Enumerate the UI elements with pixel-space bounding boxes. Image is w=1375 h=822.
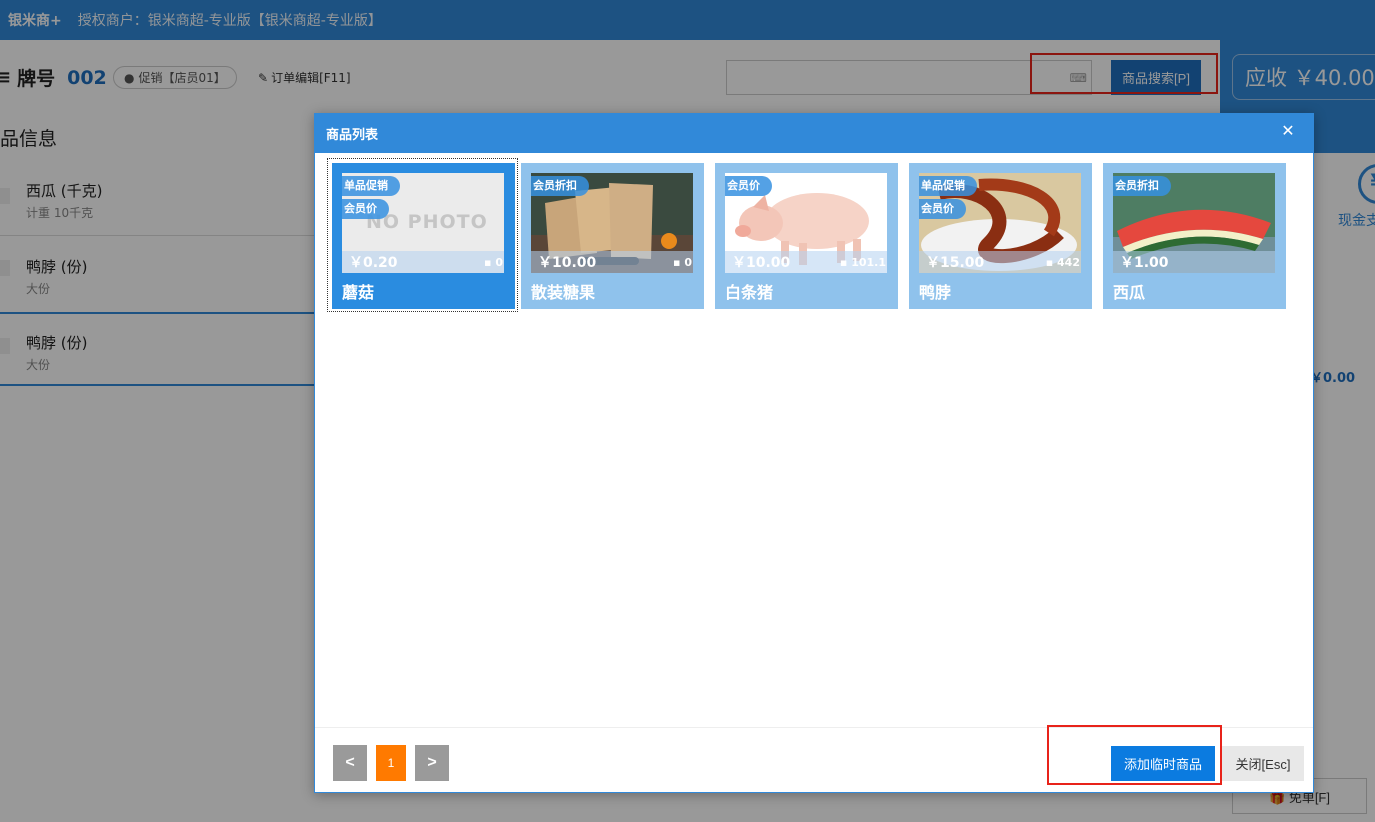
product-name: 西瓜 (1113, 283, 1146, 302)
product-stock: ▪ 442 (1045, 256, 1080, 269)
product-card[interactable]: 会员折扣 ￥10.00 ▪ 0 散装糖果 (521, 163, 704, 309)
product-price: ￥10.00 (538, 255, 597, 271)
dialog-title: 商品列表 (326, 128, 379, 143)
product-stock: ▪ 0 (673, 256, 692, 269)
product-price: ￥0.20 (349, 255, 398, 271)
member-price-tag: 会员价 (919, 199, 966, 219)
member-discount-tag: 会员折扣 (531, 176, 589, 196)
product-stock: ▪ 0 (484, 256, 503, 269)
prev-page-button[interactable]: < (333, 745, 367, 781)
close-dialog-button[interactable]: 关闭[Esc] (1222, 746, 1304, 781)
page-1-button[interactable]: 1 (376, 745, 406, 781)
dialog-footer: < 1 > 添加临时商品 关闭[Esc] (315, 727, 1313, 793)
product-card[interactable]: 单品促销 会员价 ￥15.00 ▪ 442 鸭脖 (909, 163, 1092, 309)
product-name: 鸭脖 (919, 283, 952, 302)
member-price-tag: 会员价 (342, 199, 389, 219)
product-price: ￥1.00 (1120, 255, 1169, 271)
product-list-dialog: 商品列表 ✕ NO PHOTO 单品促销 会员价 ￥0.20 ▪ 0 蘑菇 会员 (314, 113, 1314, 793)
close-icon[interactable]: ✕ (1279, 122, 1297, 140)
member-price-tag: 会员价 (725, 176, 772, 196)
next-page-button[interactable]: > (415, 745, 449, 781)
member-discount-tag: 会员折扣 (1113, 176, 1171, 196)
product-card[interactable]: NO PHOTO 单品促销 会员价 ￥0.20 ▪ 0 蘑菇 (332, 163, 515, 309)
add-temp-product-button[interactable]: 添加临时商品 (1111, 746, 1215, 781)
product-price: ￥10.00 (732, 255, 791, 271)
promo-tag: 单品促销 (342, 176, 400, 196)
product-name: 白条猪 (725, 283, 774, 302)
promo-tag: 单品促销 (919, 176, 977, 196)
product-card[interactable]: 会员价 ￥10.00 ▪ 101.1 白条猪 (715, 163, 898, 309)
product-stock: ▪ 101.1 (839, 256, 886, 269)
product-price: ￥15.00 (926, 255, 985, 271)
product-name: 蘑菇 (342, 283, 375, 302)
product-card[interactable]: 会员折扣 ￥1.00 西瓜 (1103, 163, 1286, 309)
product-name: 散装糖果 (531, 283, 596, 302)
dialog-header: 商品列表 ✕ (315, 114, 1313, 153)
